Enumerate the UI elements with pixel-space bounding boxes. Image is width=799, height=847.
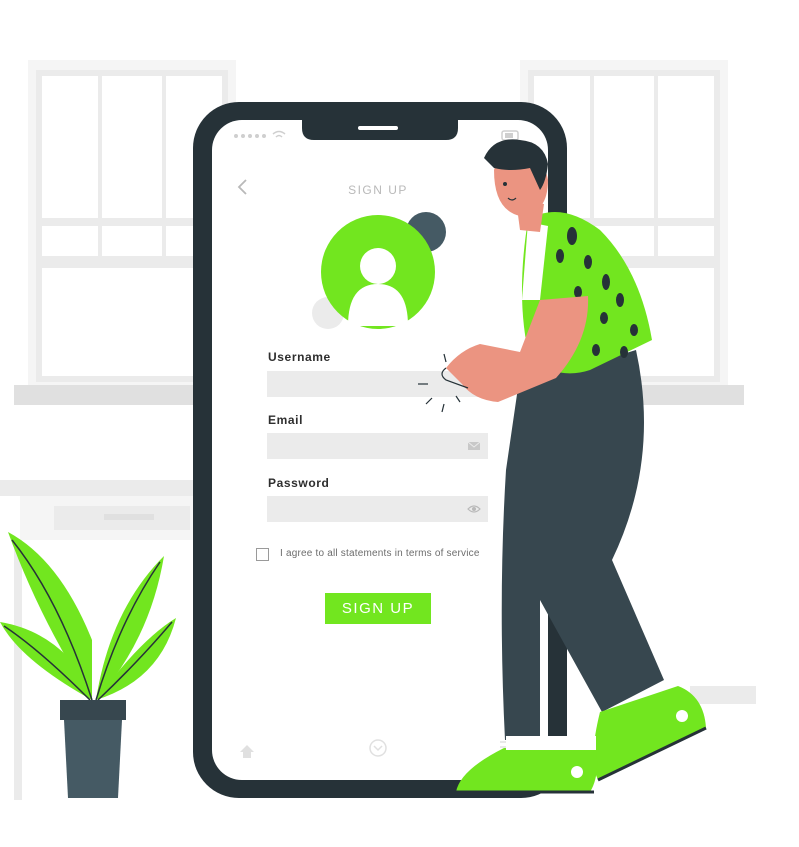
character-person: [418, 139, 707, 794]
illustration-scene: SIGN UP Username Email Password I agree …: [0, 0, 799, 847]
foreground-illustration: [0, 139, 707, 798]
potted-plant: [0, 532, 176, 798]
